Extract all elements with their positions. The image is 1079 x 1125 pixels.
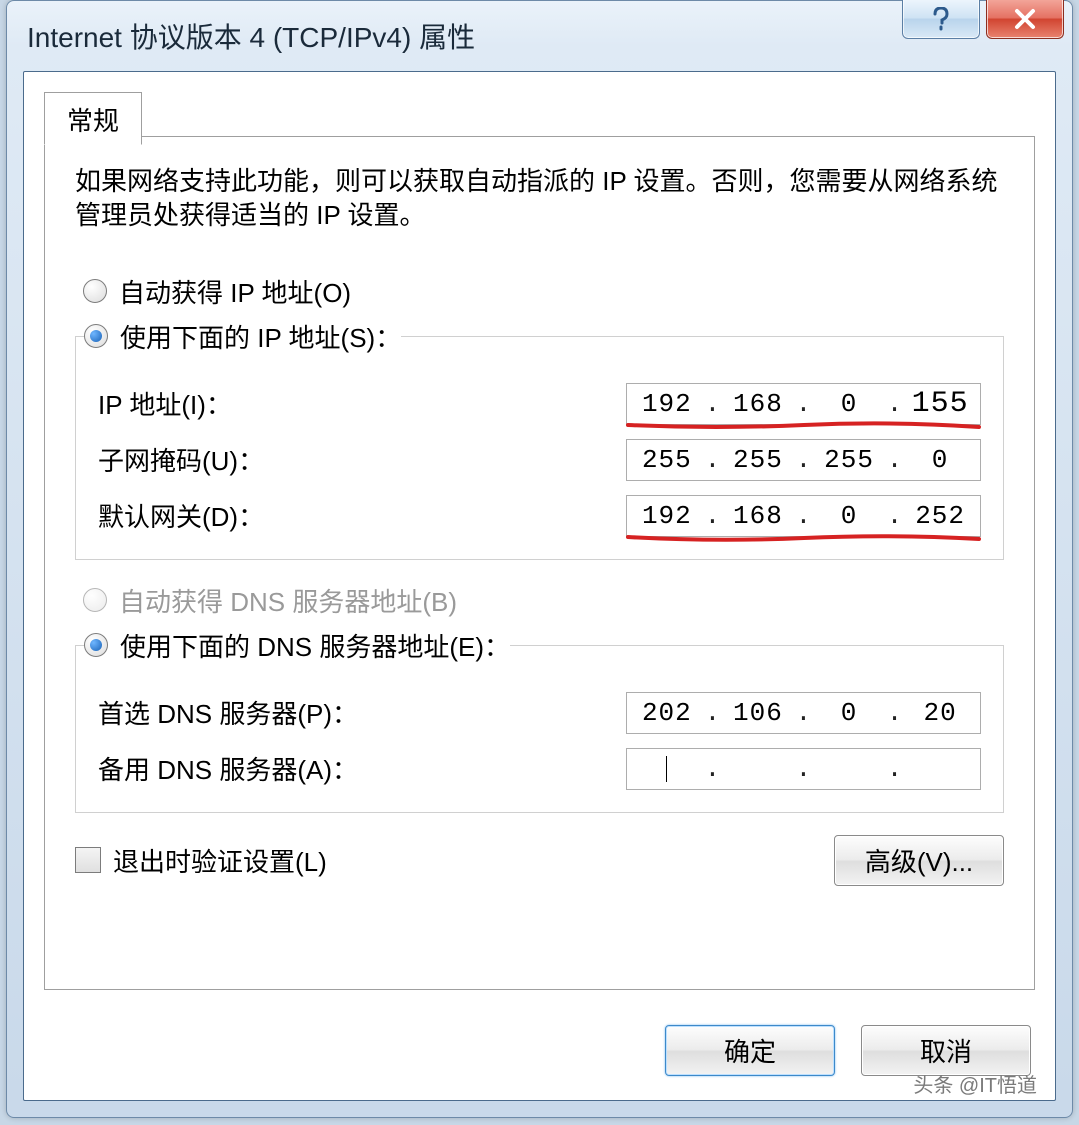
validate-on-exit-checkbox[interactable]: 退出时验证设置(L) (75, 842, 327, 879)
radio-icon (84, 633, 108, 657)
alternate-dns-input[interactable]: . . . (626, 748, 981, 790)
help-icon (931, 7, 951, 31)
radio-label: 使用下面的 DNS 服务器地址(E)： (120, 627, 510, 664)
ok-button[interactable]: 确定 (665, 1025, 835, 1076)
client-area: 常规 如果网络支持此功能，则可以获取自动指派的 IP 设置。否则，您需要从网络系… (23, 71, 1056, 1101)
annotation-underline (626, 533, 981, 543)
radio-label: 自动获得 DNS 服务器地址(B) (119, 582, 457, 619)
checkbox-icon (75, 847, 101, 873)
text-caret (666, 756, 667, 782)
ip-address-input[interactable]: 192. 168. 0. 155 (626, 383, 981, 425)
field-preferred-dns: 首选 DNS 服务器(P)： 202. 106. 0. 20 (98, 692, 981, 734)
radio-label: 自动获得 IP 地址(O) (119, 273, 351, 310)
ip-settings-group: 使用下面的 IP 地址(S)： IP 地址(I)： 192. 168. 0. 1… (75, 318, 1004, 560)
radio-icon (84, 324, 108, 348)
title-controls (902, 0, 1064, 39)
radio-label: 使用下面的 IP 地址(S)： (120, 318, 401, 355)
field-label: 备用 DNS 服务器(A)： (98, 750, 358, 787)
field-ip-address: IP 地址(I)： 192. 168. 0. 155 (98, 383, 981, 425)
watermark-text: 头条 @IT悟道 (913, 1069, 1037, 1098)
field-label: 首选 DNS 服务器(P)： (98, 694, 358, 731)
window-title: Internet 协议版本 4 (TCP/IPv4) 属性 (27, 16, 475, 56)
radio-ip-manual[interactable]: 使用下面的 IP 地址(S)： (84, 318, 401, 355)
radio-dns-auto: 自动获得 DNS 服务器地址(B) (75, 582, 1004, 619)
field-label: IP 地址(I)： (98, 385, 232, 422)
field-alternate-dns: 备用 DNS 服务器(A)： . . . (98, 748, 981, 790)
field-label: 默认网关(D)： (98, 497, 264, 534)
options-row: 退出时验证设置(L) 高级(V)... (75, 835, 1004, 886)
radio-ip-auto[interactable]: 自动获得 IP 地址(O) (75, 273, 1004, 310)
tab-strip: 常规 (44, 92, 142, 145)
checkbox-label: 退出时验证设置(L) (113, 842, 327, 879)
default-gateway-input[interactable]: 192. 168. 0. 252 (626, 495, 981, 537)
close-button[interactable] (986, 0, 1064, 39)
tab-general[interactable]: 常规 (44, 92, 142, 145)
preferred-dns-input[interactable]: 202. 106. 0. 20 (626, 692, 981, 734)
description-text: 如果网络支持此功能，则可以获取自动指派的 IP 设置。否则，您需要从网络系统管理… (75, 165, 1004, 233)
radio-icon (83, 588, 107, 612)
dns-settings-group: 使用下面的 DNS 服务器地址(E)： 首选 DNS 服务器(P)： 202. … (75, 627, 1004, 813)
titlebar: Internet 协议版本 4 (TCP/IPv4) 属性 (7, 1, 1072, 71)
dialog-window: Internet 协议版本 4 (TCP/IPv4) 属性 常规 如果网络支持此… (6, 0, 1073, 1118)
radio-icon (83, 279, 107, 303)
tabpanel-general: 如果网络支持此功能，则可以获取自动指派的 IP 设置。否则，您需要从网络系统管理… (44, 136, 1035, 990)
subnet-mask-input[interactable]: 255. 255. 255. 0 (626, 439, 981, 481)
help-button[interactable] (902, 0, 980, 39)
field-subnet-mask: 子网掩码(U)： 255. 255. 255. 0 (98, 439, 981, 481)
field-label: 子网掩码(U)： (98, 441, 264, 478)
annotation-underline (626, 421, 981, 431)
radio-dns-manual[interactable]: 使用下面的 DNS 服务器地址(E)： (84, 627, 510, 664)
advanced-button[interactable]: 高级(V)... (834, 835, 1004, 886)
close-icon (1014, 8, 1036, 30)
field-default-gateway: 默认网关(D)： 192. 168. 0. 252 (98, 495, 981, 537)
